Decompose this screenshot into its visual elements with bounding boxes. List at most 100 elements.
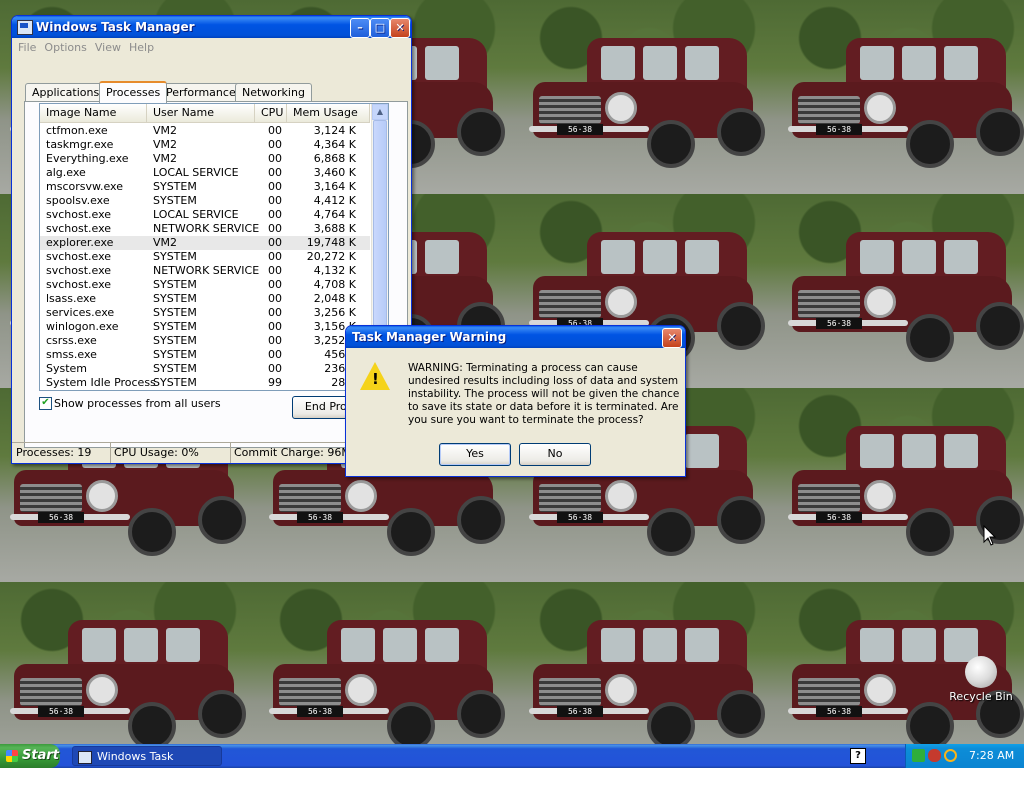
table-row[interactable]: svchost.exe LOCAL SERVICE 00 4,764 K xyxy=(40,208,370,222)
yes-button[interactable]: Yes xyxy=(439,443,511,466)
recycle-bin[interactable]: Recycle Bin xyxy=(946,656,1016,703)
table-row[interactable]: mscorsvw.exe SYSTEM 00 3,164 K xyxy=(40,180,370,194)
car-window xyxy=(166,628,200,662)
cell-cpu: 00 xyxy=(268,208,282,221)
table-row[interactable]: svchost.exe SYSTEM 00 20,272 K xyxy=(40,250,370,264)
table-row[interactable]: alg.exe LOCAL SERVICE 00 3,460 K xyxy=(40,166,370,180)
recycle-bin-label: Recycle Bin xyxy=(949,690,1013,703)
car-window xyxy=(902,434,936,468)
car-grille xyxy=(279,484,341,512)
cell-mem-usage: 2,048 K xyxy=(313,292,356,305)
cell-mem-usage: 20,272 K xyxy=(306,250,356,263)
table-row[interactable]: System Idle Process SYSTEM 99 28 K xyxy=(40,376,370,390)
license-plate: 56·38 xyxy=(38,706,84,717)
car-window xyxy=(425,46,459,80)
car-grille xyxy=(279,678,341,706)
cell-cpu: 00 xyxy=(268,320,282,333)
car-window xyxy=(601,46,635,80)
cell-image-name: services.exe xyxy=(46,306,115,319)
window-title: Windows Task Manager xyxy=(36,20,195,34)
column-user-name[interactable]: User Name xyxy=(147,104,255,122)
cell-cpu: 00 xyxy=(268,348,282,361)
task-manager-titlebar[interactable]: Windows Task Manager – □ ✕ xyxy=(12,16,411,38)
table-row[interactable]: spoolsv.exe SYSTEM 00 4,412 K xyxy=(40,194,370,208)
car-grille xyxy=(539,290,601,318)
car-wheel xyxy=(457,108,505,156)
no-button[interactable]: No xyxy=(519,443,591,466)
car-window xyxy=(124,628,158,662)
cell-cpu: 00 xyxy=(268,292,282,305)
dialog-close-button[interactable]: ✕ xyxy=(662,328,682,348)
clock[interactable]: 7:28 AM xyxy=(969,744,1014,768)
table-row[interactable]: svchost.exe SYSTEM 00 4,708 K xyxy=(40,278,370,292)
car-wheel xyxy=(906,120,954,168)
system-tray: 7:28 AM xyxy=(905,744,1024,768)
tab-processes[interactable]: Processes xyxy=(99,81,168,103)
table-row[interactable]: System SYSTEM 00 236 K xyxy=(40,362,370,376)
wallpaper-tile: 56·38 xyxy=(519,0,779,194)
car-window xyxy=(383,628,417,662)
maximize-button[interactable]: □ xyxy=(370,18,390,38)
cell-image-name: lsass.exe xyxy=(46,292,96,305)
tab-applications[interactable]: Applications xyxy=(25,83,107,101)
car-window xyxy=(902,240,936,274)
table-row[interactable]: winlogon.exe SYSTEM 00 3,156 K xyxy=(40,320,370,334)
status-cpu-usage: CPU Usage: 0% xyxy=(110,443,231,463)
column-mem-usage[interactable]: Mem Usage xyxy=(287,104,370,122)
tab-networking[interactable]: Networking xyxy=(235,83,312,101)
cell-cpu: 00 xyxy=(268,306,282,319)
table-row[interactable]: smss.exe SYSTEM 00 456 K xyxy=(40,348,370,362)
menu-help[interactable]: Help xyxy=(129,41,154,54)
car-window xyxy=(425,628,459,662)
cell-cpu: 00 xyxy=(268,166,282,179)
table-row[interactable]: svchost.exe NETWORK SERVICE 00 3,688 K xyxy=(40,222,370,236)
cell-mem-usage: 19,748 K xyxy=(306,236,356,249)
menu-view[interactable]: View xyxy=(95,41,121,54)
process-list[interactable]: Image Name User Name CPU Mem Usage ctfmo… xyxy=(39,103,389,391)
cell-cpu: 00 xyxy=(268,362,282,375)
menu-file[interactable]: File xyxy=(18,41,36,54)
start-button[interactable]: Start xyxy=(0,744,60,768)
cell-cpu: 00 xyxy=(268,138,282,151)
minimize-button[interactable]: – xyxy=(350,18,370,38)
table-row[interactable]: ctfmon.exe VM2 00 3,124 K xyxy=(40,124,370,138)
cell-image-name: explorer.exe xyxy=(46,236,114,249)
warning-dialog-titlebar[interactable]: Task Manager Warning ✕ xyxy=(346,326,685,348)
license-plate: 56·38 xyxy=(38,512,84,523)
table-row[interactable]: lsass.exe SYSTEM 00 2,048 K xyxy=(40,292,370,306)
search-icon[interactable] xyxy=(944,749,957,762)
cell-user-name: SYSTEM xyxy=(153,320,197,333)
taskbar-item-task-manager[interactable]: Windows Task Manager xyxy=(72,746,222,783)
car-wheel xyxy=(906,508,954,556)
close-button[interactable]: ✕ xyxy=(390,18,410,38)
column-image-name[interactable]: Image Name xyxy=(40,104,147,122)
cell-user-name: LOCAL SERVICE xyxy=(153,166,239,179)
table-row[interactable]: svchost.exe NETWORK SERVICE 00 4,132 K xyxy=(40,264,370,278)
warning-icon: ! xyxy=(360,362,390,390)
car-headlight xyxy=(864,674,896,706)
process-list-header: Image Name User Name CPU Mem Usage xyxy=(40,104,370,123)
scroll-up-arrow[interactable]: ▲ xyxy=(372,104,388,120)
car-wheel xyxy=(976,302,1024,350)
warning-dialog: Task Manager Warning ✕ ! WARNING: Termin… xyxy=(345,325,686,477)
security-icon[interactable] xyxy=(928,749,941,762)
help-icon[interactable]: ? xyxy=(850,748,866,764)
table-row[interactable]: Everything.exe VM2 00 6,868 K xyxy=(40,152,370,166)
cell-image-name: spoolsv.exe xyxy=(46,194,110,207)
car-headlight xyxy=(605,286,637,318)
table-row[interactable]: taskmgr.exe VM2 00 4,364 K xyxy=(40,138,370,152)
car-window xyxy=(643,240,677,274)
task-manager-app-icon xyxy=(17,20,33,35)
menu-options[interactable]: Options xyxy=(44,41,86,54)
cell-image-name: taskmgr.exe xyxy=(46,138,114,151)
cell-mem-usage: 3,460 K xyxy=(313,166,356,179)
table-row[interactable]: explorer.exe VM2 00 19,748 K xyxy=(40,236,370,250)
table-row[interactable]: csrss.exe SYSTEM 00 3,252 K xyxy=(40,334,370,348)
car-wheel xyxy=(457,690,505,738)
column-cpu[interactable]: CPU xyxy=(255,104,287,122)
network-icon[interactable] xyxy=(912,749,925,762)
cell-mem-usage: 3,164 K xyxy=(313,180,356,193)
tab-performance[interactable]: Performance xyxy=(159,83,243,101)
table-row[interactable]: services.exe SYSTEM 00 3,256 K xyxy=(40,306,370,320)
show-all-users-checkbox[interactable]: ✔ xyxy=(39,397,52,410)
